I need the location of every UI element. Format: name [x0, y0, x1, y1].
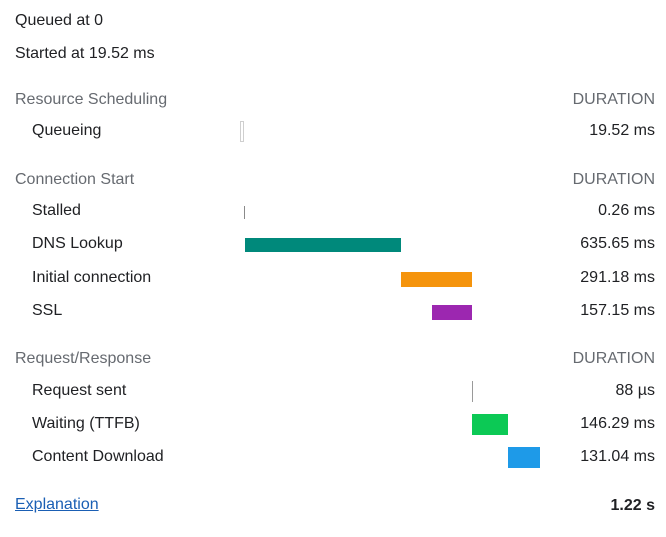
row-duration-stalled: 0.26 ms — [598, 202, 655, 219]
section-title-connection-start: Connection Start — [15, 171, 135, 188]
row-duration-queueing: 19.52 ms — [589, 122, 655, 139]
row-label-stalled: Stalled — [32, 202, 81, 219]
dns-lookup-bar — [245, 238, 401, 252]
row-label-request-sent: Request sent — [32, 382, 127, 399]
row-duration-request-sent: 88 µs — [615, 382, 655, 399]
row-duration-dns-lookup: 635.65 ms — [580, 235, 655, 252]
row-label-initial-connection: Initial connection — [32, 269, 152, 286]
row-label-content-download: Content Download — [32, 448, 164, 465]
row-label-ssl: SSL — [32, 302, 63, 319]
row-duration-ssl: 157.15 ms — [580, 302, 655, 319]
initial-connection-bar — [401, 272, 472, 287]
request-sent-bar — [472, 381, 473, 402]
timing-panel: { "header": { "queued": "Queued at 0", "… — [0, 0, 666, 537]
started-at-text: Started at 19.52 ms — [15, 45, 155, 62]
row-label-waiting-ttfb: Waiting (TTFB) — [32, 415, 140, 432]
ssl-bar — [432, 305, 472, 320]
section-title-resource-scheduling: Resource Scheduling — [15, 91, 168, 108]
row-duration-content-download: 131.04 ms — [580, 448, 655, 465]
explanation-link[interactable]: Explanation — [15, 495, 99, 515]
queueing-bar — [240, 121, 244, 142]
duration-header: DURATION — [572, 171, 655, 188]
queued-at-text: Queued at 0 — [15, 12, 104, 29]
duration-header: DURATION — [572, 91, 655, 108]
waiting-ttfb-bar — [472, 414, 508, 435]
content-download-bar — [508, 447, 540, 468]
row-duration-initial-connection: 291.18 ms — [580, 269, 655, 286]
row-duration-waiting-ttfb: 146.29 ms — [580, 415, 655, 432]
section-title-request-response: Request/Response — [15, 350, 152, 367]
duration-header: DURATION — [572, 350, 655, 367]
stalled-bar — [244, 206, 245, 219]
row-label-dns-lookup: DNS Lookup — [32, 235, 123, 252]
total-duration: 1.22 s — [610, 497, 655, 514]
row-label-queueing: Queueing — [32, 122, 102, 139]
